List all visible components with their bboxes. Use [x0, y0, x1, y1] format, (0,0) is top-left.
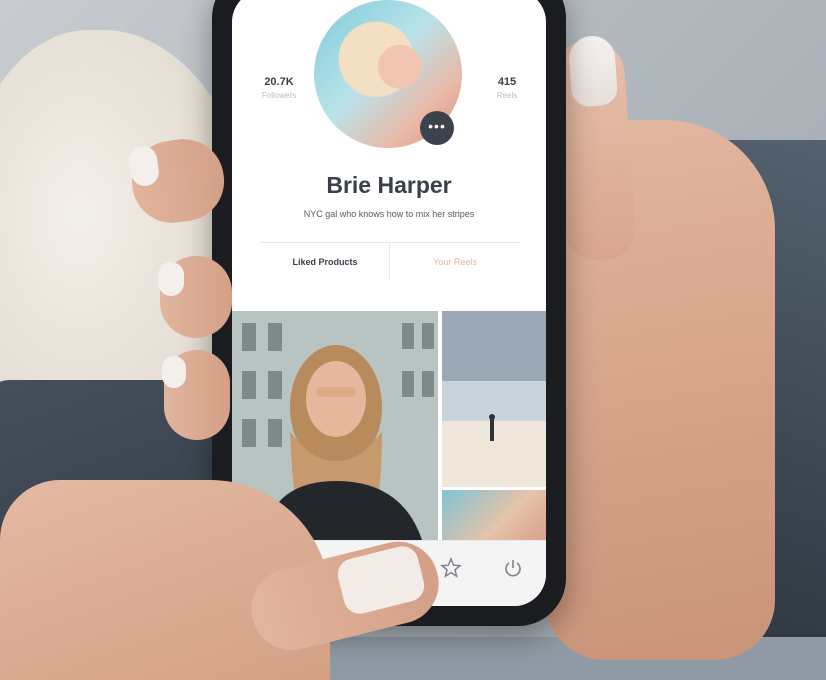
- power-icon[interactable]: [500, 557, 526, 583]
- followers-label: Followers: [261, 91, 297, 100]
- tab-your-reels[interactable]: Your Reels: [390, 257, 520, 267]
- reel-photo-beach: [442, 311, 546, 487]
- reel-thumbnail-2[interactable]: [442, 311, 546, 487]
- followers-stat[interactable]: 20.7K Followers: [254, 76, 304, 100]
- followers-count: 20.7K: [264, 76, 294, 88]
- reels-count: 415: [497, 76, 517, 88]
- star-icon[interactable]: [438, 557, 464, 583]
- profile-name: Brie Harper: [326, 172, 452, 198]
- more-options-button[interactable]: •••: [420, 111, 454, 145]
- profile-bio: NYC gal who knows how to mix her stripes: [303, 209, 475, 219]
- reels-stat[interactable]: 415 Reels: [482, 76, 532, 100]
- tab-liked-products[interactable]: Liked Products: [260, 257, 390, 267]
- tabs-divider: [260, 242, 520, 243]
- reels-label: Reels: [496, 91, 518, 100]
- reel-thumbnail-3[interactable]: [442, 490, 546, 540]
- left-ring-nail: [162, 356, 186, 388]
- right-thumbnail: [567, 34, 619, 108]
- left-middle-nail: [158, 262, 184, 296]
